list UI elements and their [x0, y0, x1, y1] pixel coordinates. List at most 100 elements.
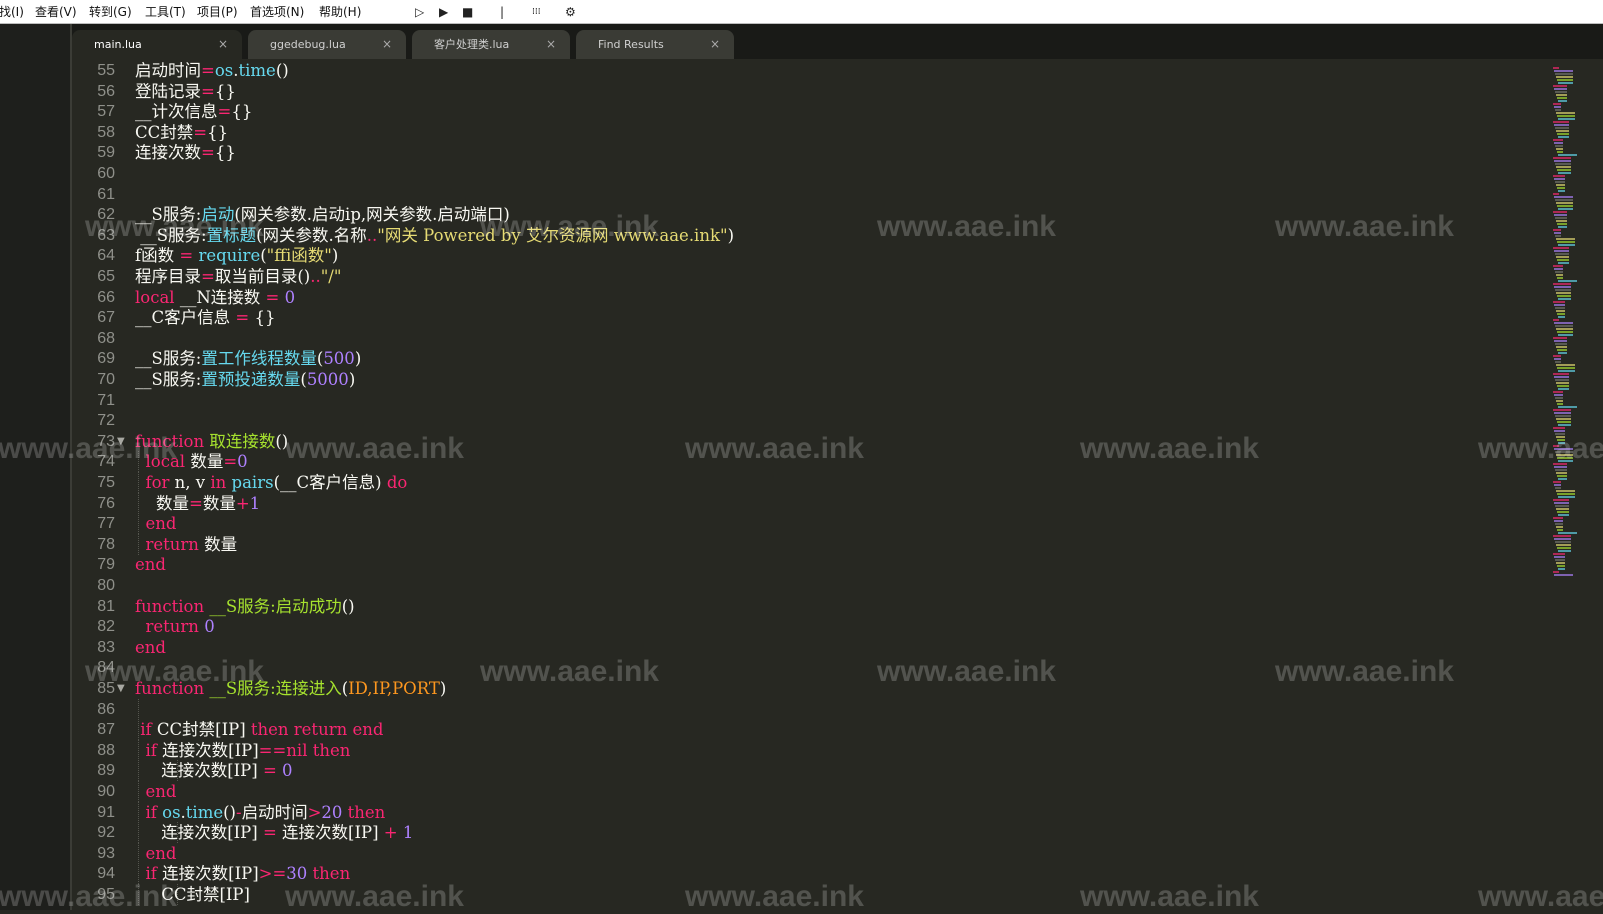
code-text: __S服务:置标题(网关参数.名称.."网关 Powered by 艾尔资源网 …: [135, 225, 734, 245]
close-icon[interactable]: ×: [382, 37, 392, 51]
indent-guide: [138, 698, 140, 720]
code-line[interactable]: 82 return 0: [72, 616, 1550, 637]
code-line[interactable]: 81 function __S服务:启动成功(): [72, 596, 1550, 617]
code-line[interactable]: 95 CC封禁[IP]: [72, 884, 1550, 905]
minimap-line: [1553, 301, 1565, 303]
code-line[interactable]: 76 数量=数量+1: [72, 492, 1550, 514]
minimap-line: [1558, 208, 1573, 210]
code-line[interactable]: 60: [72, 163, 1550, 184]
tab-ggedebug-lua[interactable]: ggedebug.lua ×: [248, 30, 406, 59]
code-line[interactable]: 79 end: [72, 554, 1550, 575]
minimap-line: [1558, 298, 1571, 300]
code-text: function __S服务:连接进入(ID,IP,PORT): [135, 679, 447, 698]
code-line[interactable]: 55 启动时间=os.time(): [72, 60, 1550, 81]
code-text: CC封禁={}: [135, 122, 229, 142]
code-line[interactable]: 77 end: [72, 513, 1550, 535]
menu-find[interactable]: 找(I): [0, 5, 24, 19]
code-line[interactable]: 93 end: [72, 842, 1550, 864]
code-line[interactable]: 58 CC封禁={}: [72, 122, 1550, 143]
code-line[interactable]: 74 local 数量=0: [72, 451, 1550, 473]
code-line[interactable]: 63 __S服务:置标题(网关参数.名称.."网关 Powered by 艾尔资…: [72, 225, 1550, 246]
code-line[interactable]: 91 if os.time()-启动时间>20 then: [72, 801, 1550, 823]
minimap-line: [1554, 304, 1565, 306]
tab-find-results[interactable]: Find Results ×: [576, 30, 734, 59]
code-line[interactable]: 56 登陆记录={}: [72, 81, 1550, 102]
line-number: 80: [97, 577, 115, 594]
tab-main-lua[interactable]: main.lua ×: [72, 30, 242, 59]
minimap-line: [1557, 367, 1575, 369]
code-line[interactable]: 57 __计次信息={}: [72, 101, 1550, 122]
line-number: 72: [97, 412, 115, 430]
code-text: end: [135, 555, 166, 575]
run-icon[interactable]: ▶: [439, 4, 448, 20]
code-line[interactable]: 94 if 连接次数[IP]>=30 then: [72, 863, 1550, 885]
code-line[interactable]: 83 end: [72, 637, 1550, 658]
close-icon[interactable]: ×: [218, 37, 228, 51]
code-line[interactable]: 62 __S服务:启动(网关参数.启动ip,网关参数.启动端口): [72, 204, 1550, 225]
minimap-line: [1558, 82, 1573, 84]
code-line[interactable]: 72: [72, 410, 1550, 431]
line-number: 67: [97, 309, 115, 327]
line-number: 65: [97, 268, 115, 285]
code-text: 程序目录=取当前目录().."/": [135, 267, 342, 286]
columns-icon[interactable]: ⁞⁞⁞: [532, 4, 541, 20]
gear-icon[interactable]: ⚙: [565, 4, 576, 20]
menu-goto[interactable]: 转到(G): [89, 5, 132, 19]
code-line[interactable]: 89 连接次数[IP] = 0: [72, 760, 1550, 782]
code-line[interactable]: 65 程序目录=取当前目录().."/": [72, 266, 1550, 287]
code-line[interactable]: 78 return 数量: [72, 533, 1550, 555]
minimap-line: [1556, 130, 1569, 132]
minimap-line: [1553, 85, 1567, 87]
code-line[interactable]: 59 连接次数={}: [72, 142, 1550, 163]
menu-help[interactable]: 帮助(H): [319, 5, 361, 19]
code-line[interactable]: 68: [72, 328, 1550, 349]
code-text: for n, v in pairs(__C客户信息) do: [145, 473, 408, 492]
minimap-line: [1556, 76, 1573, 78]
close-icon[interactable]: ×: [546, 37, 556, 51]
code-line[interactable]: 66 local __N连接数 = 0: [72, 287, 1550, 308]
close-icon[interactable]: ×: [710, 37, 720, 51]
code-line[interactable]: 85 ▼ function __S服务:连接进入(ID,IP,PORT): [72, 678, 1550, 699]
tab-client-handler-lua[interactable]: 客户处理类.lua ×: [412, 30, 570, 59]
code-line[interactable]: 90 end: [72, 781, 1550, 802]
code-text: __S服务:置预投递数量(5000): [135, 370, 356, 389]
code-line[interactable]: 71: [72, 390, 1550, 411]
code-line[interactable]: 73 ▼ function 取连接数(): [72, 431, 1550, 452]
code-line[interactable]: 84: [72, 657, 1550, 678]
minimap-line: [1558, 460, 1573, 462]
minimap-line: [1553, 337, 1567, 339]
minimap-line: [1555, 541, 1571, 543]
menu-preferences[interactable]: 首选项(N): [250, 5, 304, 19]
menu-project[interactable]: 项目(P): [197, 5, 238, 19]
code-line[interactable]: 69 __S服务:置工作线程数量(500): [72, 348, 1550, 369]
code-line[interactable]: 75 for n, v in pairs(__C客户信息) do: [72, 472, 1550, 493]
code-text: return 0: [145, 617, 215, 637]
code-text: end: [145, 843, 177, 863]
code-editor[interactable]: 55 启动时间=os.time() 56 登陆记录={} 57 __计次信息={} 58 CC…: [72, 59, 1550, 910]
minimap-line: [1557, 331, 1573, 333]
code-line[interactable]: 67 __C客户信息 = {}: [72, 307, 1550, 328]
code-line[interactable]: 87 if CC封禁[IP] then return end: [72, 719, 1550, 741]
line-number: 71: [97, 391, 115, 409]
code-line[interactable]: 92 连接次数[IP] = 连接次数[IP] + 1: [72, 822, 1550, 844]
minimap-line: [1555, 181, 1565, 183]
tab-label: 客户处理类.lua: [434, 38, 510, 51]
stop-icon[interactable]: ■: [462, 4, 473, 20]
minimap-line: [1557, 205, 1573, 207]
code-line[interactable]: 61: [72, 184, 1550, 205]
code-line[interactable]: 80: [72, 575, 1550, 596]
run-outline-icon[interactable]: ▷: [415, 4, 424, 20]
menu-view[interactable]: 查看(V): [35, 5, 77, 19]
menu-tools[interactable]: 工具(T): [145, 5, 186, 19]
minimap-line: [1553, 445, 1559, 447]
minimap-line: [1557, 79, 1573, 81]
fold-arrow-icon[interactable]: ▼: [117, 678, 125, 699]
code-line[interactable]: 88 if 连接次数[IP]==nil then: [72, 739, 1550, 761]
fold-arrow-icon[interactable]: ▼: [117, 431, 125, 452]
line-number: 62: [97, 206, 115, 224]
code-line[interactable]: 64 f函数 = require("ffi函数"): [72, 245, 1550, 266]
minimap[interactable]: [1550, 59, 1603, 910]
code-line[interactable]: 70 __S服务:置预投递数量(5000): [72, 369, 1550, 390]
minimap-line: [1556, 472, 1567, 474]
code-line[interactable]: 86: [72, 698, 1550, 720]
